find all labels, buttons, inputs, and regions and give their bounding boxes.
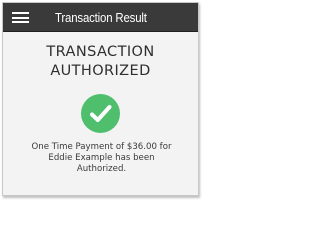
app-header: Transaction Result <box>3 3 198 32</box>
hamburger-menu-icon[interactable] <box>12 12 29 23</box>
transaction-result-screen: Transaction Result TRANSACTION AUTHORIZE… <box>2 2 199 196</box>
result-message-line2: Eddie Example has been <box>48 153 155 163</box>
checkmark-icon <box>81 94 120 133</box>
result-message-line1: One Time Payment of $36.00 for <box>31 142 172 152</box>
header-title: Transaction Result <box>55 10 147 25</box>
result-heading-line2: AUTHORIZED <box>50 63 151 79</box>
result-message-line3: Authorized. <box>76 164 127 174</box>
result-heading-line1: TRANSACTION <box>46 44 155 60</box>
